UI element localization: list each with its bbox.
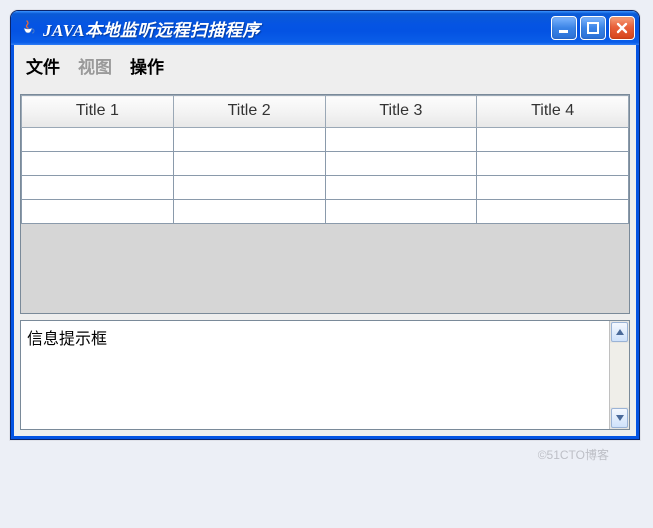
table-cell[interactable] (325, 176, 477, 200)
application-window: JAVA本地监听远程扫描程序 文件 视图 操作 (10, 10, 640, 440)
table-cell[interactable] (477, 152, 629, 176)
title-bar[interactable]: JAVA本地监听远程扫描程序 (11, 11, 639, 45)
table-cell[interactable] (325, 128, 477, 152)
table-row[interactable] (22, 128, 629, 152)
watermark-text: ©51CTO博客 (10, 440, 643, 463)
vertical-scrollbar[interactable] (609, 321, 629, 429)
table-cell[interactable] (477, 200, 629, 224)
table-cell[interactable] (22, 128, 174, 152)
data-table-container: Title 1 Title 2 Title 3 Title 4 (20, 94, 630, 314)
table-cell[interactable] (22, 200, 174, 224)
table-cell[interactable] (325, 200, 477, 224)
table-row[interactable] (22, 200, 629, 224)
column-header[interactable]: Title 3 (325, 96, 477, 128)
menu-operate[interactable]: 操作 (130, 53, 164, 78)
table-cell[interactable] (22, 176, 174, 200)
table-row[interactable] (22, 176, 629, 200)
close-button[interactable] (609, 16, 635, 40)
minimize-button[interactable] (551, 16, 577, 40)
menu-file[interactable]: 文件 (26, 53, 60, 78)
table-row[interactable] (22, 152, 629, 176)
table-empty-area (21, 224, 629, 314)
maximize-button[interactable] (580, 16, 606, 40)
table-cell[interactable] (477, 176, 629, 200)
table-cell[interactable] (325, 152, 477, 176)
scroll-up-button[interactable] (611, 322, 628, 342)
table-cell[interactable] (173, 200, 325, 224)
column-header[interactable]: Title 4 (477, 96, 629, 128)
table-cell[interactable] (173, 152, 325, 176)
data-table[interactable]: Title 1 Title 2 Title 3 Title 4 (21, 95, 629, 224)
table-header-row: Title 1 Title 2 Title 3 Title 4 (22, 96, 629, 128)
column-header[interactable]: Title 1 (22, 96, 174, 128)
message-box[interactable]: 信息提示框 (21, 321, 609, 429)
table-cell[interactable] (22, 152, 174, 176)
java-cup-icon (19, 19, 37, 37)
window-title: JAVA本地监听远程扫描程序 (43, 16, 551, 41)
table-cell[interactable] (173, 176, 325, 200)
menu-bar: 文件 视图 操作 (14, 45, 636, 88)
scroll-down-button[interactable] (611, 408, 628, 428)
scroll-track[interactable] (610, 343, 629, 407)
table-cell[interactable] (477, 128, 629, 152)
table-cell[interactable] (173, 128, 325, 152)
message-box-container: 信息提示框 (20, 320, 630, 430)
menu-view[interactable]: 视图 (78, 53, 112, 78)
window-controls (551, 16, 635, 40)
content-area: Title 1 Title 2 Title 3 Title 4 信息提示框 (14, 88, 636, 436)
client-area: 文件 视图 操作 Title 1 Title 2 Title 3 Title 4 (11, 45, 639, 439)
column-header[interactable]: Title 2 (173, 96, 325, 128)
